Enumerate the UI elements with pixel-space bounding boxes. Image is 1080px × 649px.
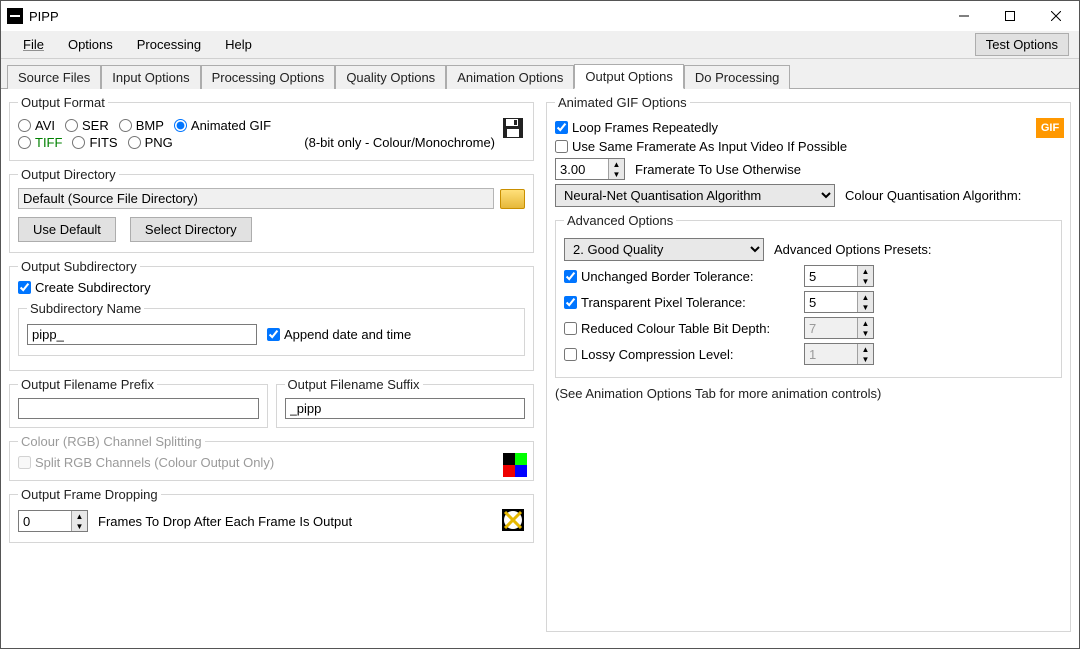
use-default-button[interactable]: Use Default bbox=[18, 217, 116, 242]
right-column: Animated GIF Options GIF Loop Frames Rep… bbox=[546, 95, 1071, 642]
menu-help[interactable]: Help bbox=[213, 33, 264, 56]
tab-input-options[interactable]: Input Options bbox=[101, 65, 200, 89]
gif-options-group: Animated GIF Options GIF Loop Frames Rep… bbox=[546, 95, 1071, 632]
frames-to-drop-stepper[interactable]: ▲▼ bbox=[18, 510, 88, 532]
border-tolerance-stepper[interactable]: ▲▼ bbox=[804, 265, 874, 287]
left-column: Output Format AVI SER BMP Animated GIF T… bbox=[9, 95, 534, 642]
radio-tiff[interactable]: TIFF bbox=[18, 135, 62, 150]
output-directory-field bbox=[18, 188, 494, 209]
chevron-up-icon[interactable]: ▲ bbox=[72, 511, 87, 521]
format-note: (8-bit only - Colour/Monochrome) bbox=[304, 135, 525, 150]
create-subdirectory-checkbox[interactable]: Create Subdirectory bbox=[18, 280, 151, 295]
tab-content: Output Format AVI SER BMP Animated GIF T… bbox=[1, 88, 1079, 648]
filename-suffix-group: Output Filename Suffix bbox=[276, 377, 535, 428]
app-icon bbox=[7, 8, 23, 24]
tab-quality-options[interactable]: Quality Options bbox=[335, 65, 446, 89]
menu-options[interactable]: Options bbox=[56, 33, 125, 56]
bit-depth-checkbox[interactable]: Reduced Colour Table Bit Depth: bbox=[564, 321, 794, 336]
tab-animation-options[interactable]: Animation Options bbox=[446, 65, 574, 89]
rgb-splitting-legend: Colour (RGB) Channel Splitting bbox=[18, 434, 205, 449]
rgb-splitting-group: Colour (RGB) Channel Splitting Split RGB… bbox=[9, 434, 534, 481]
advanced-options-group: Advanced Options 2. Good Quality Advance… bbox=[555, 213, 1062, 378]
append-date-checkbox[interactable]: Append date and time bbox=[267, 327, 411, 342]
lossy-compression-checkbox[interactable]: Lossy Compression Level: bbox=[564, 347, 794, 362]
radio-bmp[interactable]: BMP bbox=[119, 118, 164, 133]
radio-ser[interactable]: SER bbox=[65, 118, 109, 133]
output-format-group: Output Format AVI SER BMP Animated GIF T… bbox=[9, 95, 534, 161]
tabbar: Source Files Input Options Processing Op… bbox=[1, 59, 1079, 88]
tab-processing-options[interactable]: Processing Options bbox=[201, 65, 336, 89]
filename-prefix-field[interactable] bbox=[18, 398, 259, 419]
loop-frames-checkbox[interactable]: Loop Frames Repeatedly bbox=[555, 120, 718, 135]
transparent-tolerance-checkbox[interactable]: Transparent Pixel Tolerance: bbox=[564, 295, 794, 310]
menubar: File Options Processing Help Test Option… bbox=[1, 31, 1079, 59]
tab-source-files[interactable]: Source Files bbox=[7, 65, 101, 89]
subdirectory-name-group: Subdirectory Name Append date and time bbox=[18, 301, 525, 356]
tab-output-options[interactable]: Output Options bbox=[574, 64, 683, 89]
advanced-options-legend: Advanced Options bbox=[564, 213, 676, 228]
framerate-stepper[interactable]: ▲▼ bbox=[555, 158, 625, 180]
framerate-label: Framerate To Use Otherwise bbox=[635, 162, 801, 177]
drop-icon bbox=[501, 508, 527, 534]
bit-depth-stepper: ▲▼ bbox=[804, 317, 874, 339]
folder-icon[interactable] bbox=[500, 189, 525, 209]
menu-file[interactable]: File bbox=[11, 33, 56, 56]
transparent-tolerance-stepper[interactable]: ▲▼ bbox=[804, 291, 874, 313]
radio-animated-gif[interactable]: Animated GIF bbox=[174, 118, 271, 133]
maximize-button[interactable] bbox=[987, 1, 1033, 31]
radio-png[interactable]: PNG bbox=[128, 135, 173, 150]
titlebar: PIPP bbox=[1, 1, 1079, 31]
select-directory-button[interactable]: Select Directory bbox=[130, 217, 252, 242]
rgb-icon bbox=[503, 453, 527, 477]
subdirectory-name-legend: Subdirectory Name bbox=[27, 301, 144, 316]
chevron-down-icon[interactable]: ▼ bbox=[609, 169, 624, 179]
filename-prefix-group: Output Filename Prefix bbox=[9, 377, 268, 428]
preset-select[interactable]: 2. Good Quality bbox=[564, 238, 764, 261]
subdirectory-name-field[interactable] bbox=[27, 324, 257, 345]
output-format-legend: Output Format bbox=[18, 95, 108, 110]
preset-label: Advanced Options Presets: bbox=[774, 242, 932, 257]
close-button[interactable] bbox=[1033, 1, 1079, 31]
output-directory-legend: Output Directory bbox=[18, 167, 119, 182]
test-options-button[interactable]: Test Options bbox=[975, 33, 1069, 56]
frame-dropping-group: Output Frame Dropping ▲▼ Frames To Drop … bbox=[9, 487, 534, 543]
frame-dropping-legend: Output Frame Dropping bbox=[18, 487, 161, 502]
chevron-up-icon[interactable]: ▲ bbox=[609, 159, 624, 169]
window-title: PIPP bbox=[29, 9, 59, 24]
tab-do-processing[interactable]: Do Processing bbox=[684, 65, 791, 89]
filename-prefix-legend: Output Filename Prefix bbox=[18, 377, 157, 392]
gif-icon: GIF bbox=[1036, 118, 1064, 138]
quantisation-select[interactable]: Neural-Net Quantisation Algorithm bbox=[555, 184, 835, 207]
frames-to-drop-label: Frames To Drop After Each Frame Is Outpu… bbox=[98, 514, 352, 529]
filename-suffix-legend: Output Filename Suffix bbox=[285, 377, 423, 392]
save-icon[interactable] bbox=[501, 116, 527, 142]
output-directory-group: Output Directory Use Default Select Dire… bbox=[9, 167, 534, 253]
filename-suffix-field[interactable] bbox=[285, 398, 526, 419]
output-subdirectory-legend: Output Subdirectory bbox=[18, 259, 140, 274]
border-tolerance-checkbox[interactable]: Unchanged Border Tolerance: bbox=[564, 269, 794, 284]
gif-options-legend: Animated GIF Options bbox=[555, 95, 690, 110]
output-subdirectory-group: Output Subdirectory Create Subdirectory … bbox=[9, 259, 534, 371]
minimize-button[interactable] bbox=[941, 1, 987, 31]
animation-note: (See Animation Options Tab for more anim… bbox=[555, 386, 1062, 401]
lossy-compression-stepper: ▲▼ bbox=[804, 343, 874, 365]
quantisation-label: Colour Quantisation Algorithm: bbox=[845, 188, 1021, 203]
app-window: PIPP File Options Processing Help Test O… bbox=[0, 0, 1080, 649]
chevron-down-icon[interactable]: ▼ bbox=[72, 521, 87, 531]
menu-processing[interactable]: Processing bbox=[125, 33, 213, 56]
radio-avi[interactable]: AVI bbox=[18, 118, 55, 133]
split-rgb-checkbox: Split RGB Channels (Colour Output Only) bbox=[18, 455, 274, 470]
same-framerate-checkbox[interactable]: Use Same Framerate As Input Video If Pos… bbox=[555, 139, 847, 154]
radio-fits[interactable]: FITS bbox=[72, 135, 117, 150]
